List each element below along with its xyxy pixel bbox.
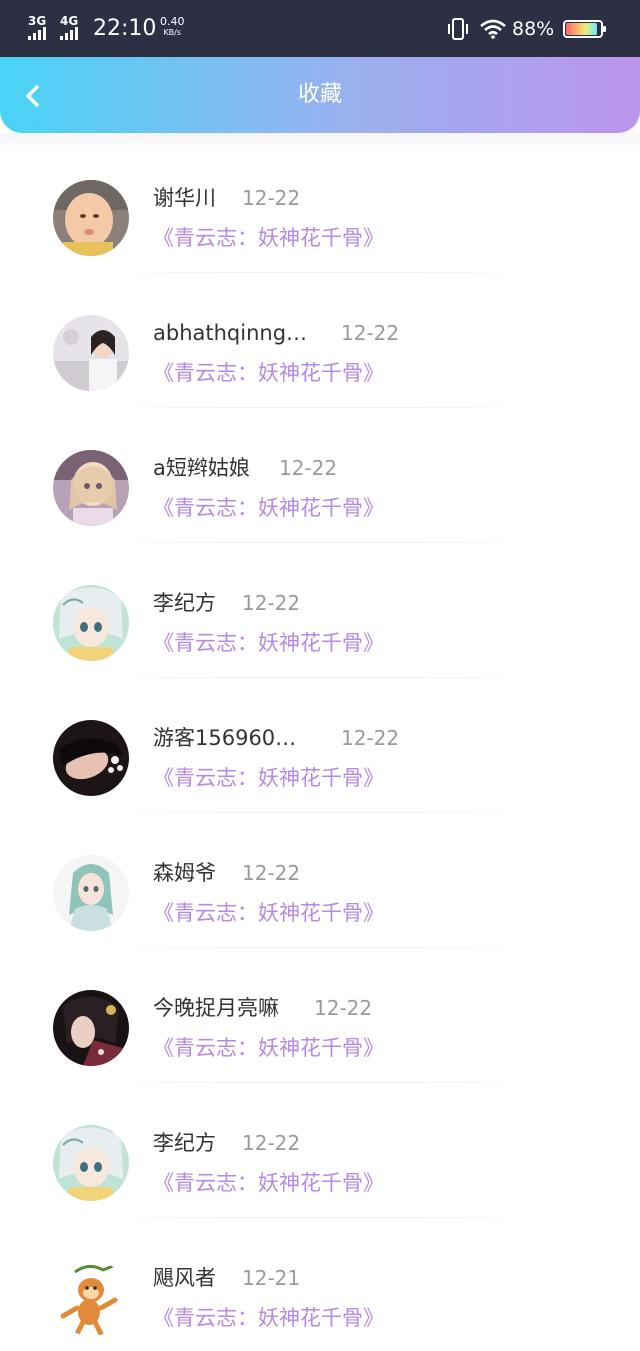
battery-percent: 88% <box>512 18 555 40</box>
divider <box>100 272 540 273</box>
divider <box>100 812 540 813</box>
favorite-book-title[interactable]: 《青云志：妖神花千骨》 <box>153 1033 384 1063</box>
avatar[interactable] <box>53 315 129 391</box>
favorite-date: 12-22 <box>341 726 400 750</box>
favorite-item[interactable]: 李纪方 12-22 《青云志：妖神花千骨》 <box>0 1095 640 1230</box>
favorite-item[interactable]: 森姆爷 12-22 《青云志：妖神花千骨》 <box>0 825 640 960</box>
divider <box>100 407 540 408</box>
favorite-date: 12-22 <box>242 1131 301 1155</box>
status-bar: 3G 4G 22:10 0.40 KB/s 88% <box>0 0 640 57</box>
favorite-user-name: 飓风者 <box>153 1266 216 1290</box>
vibrate-icon <box>448 18 468 40</box>
favorite-user-name: abhathqinng… <box>153 321 308 345</box>
avatar[interactable] <box>53 1260 129 1336</box>
favorite-user-name: a短辫姑娘 <box>153 456 250 480</box>
favorite-item[interactable]: 谢华川 12-22 《青云志：妖神花千骨》 <box>0 150 640 285</box>
favorite-user-name: 李纪方 <box>153 591 216 615</box>
favorite-date: 12-22 <box>242 186 301 210</box>
favorites-list: 谢华川 12-22 《青云志：妖神花千骨》 abhathqinng… 12-22… <box>0 150 640 1351</box>
network-speed: 0.40 KB/s <box>160 16 185 38</box>
avatar[interactable] <box>53 450 129 526</box>
divider <box>100 1082 540 1083</box>
favorite-item[interactable]: 游客156960… 12-22 《青云志：妖神花千骨》 <box>0 690 640 825</box>
divider <box>100 677 540 678</box>
favorite-date: 12-22 <box>279 456 338 480</box>
divider <box>100 947 540 948</box>
favorite-user-name: 李纪方 <box>153 1131 216 1155</box>
favorite-item[interactable]: a短辫姑娘 12-22 《青云志：妖神花千骨》 <box>0 420 640 555</box>
page-header: 收藏 <box>0 57 640 133</box>
favorite-item[interactable]: 李纪方 12-22 《青云志：妖神花千骨》 <box>0 555 640 690</box>
favorite-date: 12-21 <box>242 1266 301 1290</box>
divider <box>100 542 540 543</box>
favorite-date: 12-22 <box>341 321 400 345</box>
favorite-book-title[interactable]: 《青云志：妖神花千骨》 <box>153 763 384 793</box>
favorite-book-title[interactable]: 《青云志：妖神花千骨》 <box>153 628 384 658</box>
wifi-icon <box>480 19 506 39</box>
avatar[interactable] <box>53 855 129 931</box>
page-title: 收藏 <box>297 82 342 107</box>
favorite-user-name: 谢华川 <box>153 186 216 210</box>
network-type-2: 4G <box>60 14 79 28</box>
favorite-book-title[interactable]: 《青云志：妖神花千骨》 <box>153 223 384 253</box>
signal-icon: 4G <box>60 15 78 40</box>
divider <box>100 1217 540 1218</box>
avatar[interactable] <box>53 990 129 1066</box>
avatar[interactable] <box>53 180 129 256</box>
favorite-user-name: 森姆爷 <box>153 861 216 885</box>
signal-icon: 3G <box>28 15 46 40</box>
favorite-book-title[interactable]: 《青云志：妖神花千骨》 <box>153 1168 384 1198</box>
phone-screen: 3G 4G 22:10 0.40 KB/s 88% 收藏 谢华川 12-22 《… <box>0 0 640 1351</box>
favorite-book-title[interactable]: 《青云志：妖神花千骨》 <box>153 1303 384 1333</box>
clock: 22:10 <box>93 16 157 41</box>
battery-icon <box>563 20 606 38</box>
favorite-item[interactable]: 今晚捉月亮嘛 12-22 《青云志：妖神花千骨》 <box>0 960 640 1095</box>
avatar[interactable] <box>53 585 129 661</box>
avatar[interactable] <box>53 720 129 796</box>
favorite-user-name: 今晚捉月亮嘛 <box>153 996 279 1020</box>
favorite-user-name: 游客156960… <box>153 726 297 750</box>
favorite-date: 12-22 <box>242 591 301 615</box>
avatar[interactable] <box>53 1125 129 1201</box>
network-type-1: 3G <box>28 14 47 28</box>
network-speed-unit: KB/s <box>163 28 182 37</box>
favorite-date: 12-22 <box>314 996 373 1020</box>
favorite-book-title[interactable]: 《青云志：妖神花千骨》 <box>153 898 384 928</box>
favorite-book-title[interactable]: 《青云志：妖神花千骨》 <box>153 493 384 523</box>
favorite-book-title[interactable]: 《青云志：妖神花千骨》 <box>153 358 384 388</box>
favorite-date: 12-22 <box>242 861 301 885</box>
favorite-item[interactable]: abhathqinng… 12-22 《青云志：妖神花千骨》 <box>0 285 640 420</box>
favorite-item[interactable]: 飓风者 12-21 《青云志：妖神花千骨》 <box>0 1230 640 1351</box>
